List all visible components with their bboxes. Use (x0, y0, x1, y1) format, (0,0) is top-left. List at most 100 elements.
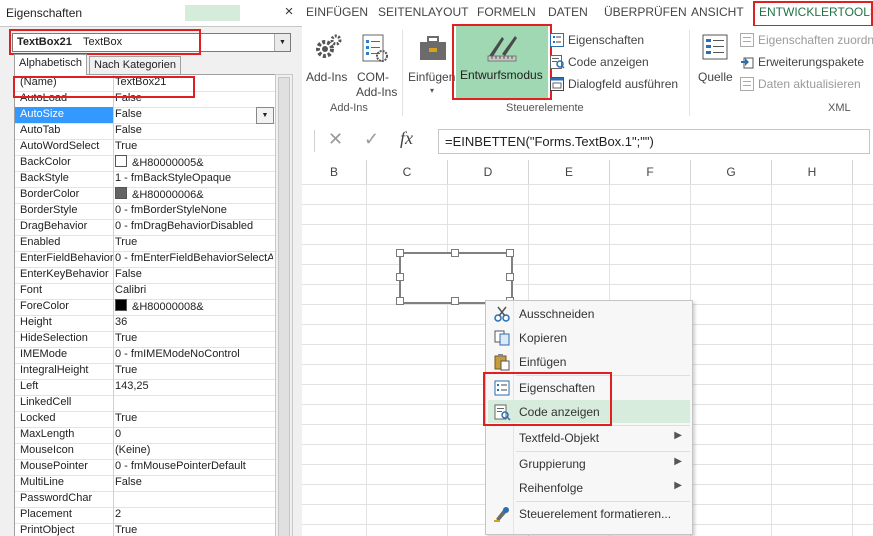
property-value[interactable]: False (115, 267, 273, 283)
column-header-g[interactable]: G (691, 160, 772, 184)
property-value[interactable]: &H80000005& (115, 155, 273, 171)
property-value[interactable]: &H80000008& (115, 299, 273, 315)
addins-button[interactable]: Add-Ins (306, 30, 350, 90)
eigenschaften-zuordnen-button[interactable]: Eigenschaften zuordne (740, 32, 873, 50)
property-value[interactable]: 0 - fmEnterFieldBehaviorSelectAl (115, 251, 273, 267)
resize-handle[interactable] (506, 249, 514, 257)
menu-item-kopieren[interactable]: Kopieren (488, 326, 690, 349)
property-row[interactable]: Font Calibri (15, 283, 275, 300)
property-value[interactable]: 0 - fmIMEModeNoControl (115, 347, 273, 363)
resize-handle[interactable] (396, 249, 404, 257)
chevron-down-icon[interactable]: ▼ (274, 34, 290, 51)
property-row[interactable]: BackStyle 1 - fmBackStyleOpaque (15, 171, 275, 188)
close-icon[interactable]: × (281, 3, 297, 21)
property-row[interactable]: DragBehavior 0 - fmDragBehaviorDisabled (15, 219, 275, 236)
property-value[interactable] (115, 395, 273, 411)
chevron-down-icon[interactable]: ▼ (256, 107, 274, 124)
insert-function-icon[interactable]: fx (400, 128, 413, 149)
property-row[interactable]: AutoTab False (15, 123, 275, 140)
property-row[interactable]: MousePointer 0 - fmMousePointerDefault (15, 459, 275, 476)
property-row[interactable]: BorderStyle 0 - fmBorderStyleNone (15, 203, 275, 220)
property-row[interactable]: MaxLength 0 (15, 427, 275, 444)
property-row[interactable]: EnterKeyBehavior False (15, 267, 275, 284)
column-header-h[interactable]: H (772, 160, 853, 184)
property-value[interactable] (115, 491, 273, 507)
property-row[interactable]: LinkedCell (15, 395, 275, 412)
property-row[interactable]: MouseIcon (Keine) (15, 443, 275, 460)
menu-item-gruppierung[interactable]: Gruppierung ▶ (488, 452, 690, 475)
property-row[interactable]: AutoSize False ▼ (15, 107, 275, 124)
property-value[interactable]: 36 (115, 315, 273, 331)
einfuegen-control-button[interactable]: Einfügen ▾ (406, 30, 456, 100)
property-row[interactable]: BackColor &H80000005& (15, 155, 275, 172)
column-header-c[interactable]: C (367, 160, 448, 184)
property-value[interactable]: True (115, 411, 273, 427)
property-row[interactable]: BorderColor &H80000006& (15, 187, 275, 204)
property-value[interactable]: True (115, 523, 273, 536)
tab-nach-kategorien[interactable]: Nach Kategorien (89, 56, 181, 74)
property-row[interactable]: ForeColor &H80000008& (15, 299, 275, 316)
properties-title-bar[interactable]: Eigenschaften × (0, 0, 302, 27)
column-header-e[interactable]: E (529, 160, 610, 184)
column-header-f[interactable]: F (610, 160, 691, 184)
code-anzeigen-ribbon-button[interactable]: Code anzeigen (550, 54, 690, 72)
scrollbar-thumb[interactable] (278, 77, 290, 536)
property-row[interactable]: AutoWordSelect True (15, 139, 275, 156)
erweiterungspakete-button[interactable]: Erweiterungspakete (740, 54, 873, 72)
property-row[interactable]: MultiLine False (15, 475, 275, 492)
enter-icon[interactable]: ✓ (364, 129, 379, 150)
tab-ueberpruefen[interactable]: ÜBERPRÜFEN (604, 5, 687, 19)
property-row[interactable]: IntegralHeight True (15, 363, 275, 380)
menu-item-einfuegen[interactable]: Einfügen (488, 350, 690, 373)
property-value[interactable]: 0 - fmMousePointerDefault (115, 459, 273, 475)
tab-alphabetisch[interactable]: Alphabetisch (14, 54, 87, 75)
menu-item-textfeld-objekt[interactable]: Textfeld-Objekt ▶ (488, 426, 690, 449)
property-value[interactable]: 1 - fmBackStyleOpaque (115, 171, 273, 187)
property-value[interactable]: False (115, 123, 273, 139)
column-header-d[interactable]: D (448, 160, 529, 184)
property-value[interactable]: False (115, 475, 273, 491)
property-row[interactable]: PasswordChar (15, 491, 275, 508)
tab-ansicht[interactable]: ANSICHT (691, 5, 744, 19)
menu-item-ausschneiden[interactable]: Ausschneiden (488, 302, 690, 325)
tab-einfuegen[interactable]: EINFÜGEN (306, 5, 368, 19)
eigenschaften-ribbon-button[interactable]: Eigenschaften (550, 32, 690, 50)
column-header-b[interactable]: B (302, 160, 367, 184)
property-value[interactable]: Calibri (115, 283, 273, 299)
resize-handle[interactable] (396, 273, 404, 281)
property-value[interactable]: 0 - fmBorderStyleNone (115, 203, 273, 219)
formula-input[interactable]: =EINBETTEN("Forms.TextBox.1";"") (438, 129, 870, 154)
property-row[interactable]: Height 36 (15, 315, 275, 332)
property-value[interactable]: False (115, 107, 273, 123)
tab-daten[interactable]: DATEN (548, 5, 588, 19)
property-value[interactable]: True (115, 331, 273, 347)
tab-formeln[interactable]: FORMELN (477, 5, 536, 19)
property-value[interactable]: (Keine) (115, 443, 273, 459)
property-row[interactable]: HideSelection True (15, 331, 275, 348)
property-value[interactable]: True (115, 139, 273, 155)
tab-seitenlayout[interactable]: SEITENLAYOUT (378, 5, 468, 19)
property-row[interactable]: EnterFieldBehavior 0 - fmEnterFieldBehavi… (15, 251, 275, 268)
property-row[interactable]: Locked True (15, 411, 275, 428)
menu-item-steuerelement-formatieren[interactable]: Steuerelement formatieren... (488, 502, 690, 525)
property-value[interactable]: 0 - fmDragBehaviorDisabled (115, 219, 273, 235)
property-row[interactable]: IMEMode 0 - fmIMEModeNoControl (15, 347, 275, 364)
property-value[interactable]: &H80000006& (115, 187, 273, 203)
property-value[interactable]: True (115, 235, 273, 251)
resize-handle[interactable] (396, 297, 404, 305)
menu-item-reihenfolge[interactable]: Reihenfolge ▶ (488, 476, 690, 499)
daten-aktualisieren-button[interactable]: Daten aktualisieren (740, 76, 873, 94)
com-addins-button[interactable]: COM- Add-Ins (354, 30, 398, 100)
property-row[interactable]: Left 143,25 (15, 379, 275, 396)
resize-handle[interactable] (451, 297, 459, 305)
property-row[interactable]: Placement 2 (15, 507, 275, 524)
resize-handle[interactable] (451, 249, 459, 257)
property-grid-scrollbar[interactable] (275, 74, 293, 536)
property-row[interactable]: Enabled True (15, 235, 275, 252)
resize-handle[interactable] (506, 273, 514, 281)
property-value[interactable]: 143,25 (115, 379, 273, 395)
property-value[interactable]: True (115, 363, 273, 379)
quelle-button[interactable]: Quelle (694, 30, 738, 90)
cancel-icon[interactable]: ✕ (328, 129, 343, 150)
property-value[interactable]: 2 (115, 507, 273, 523)
